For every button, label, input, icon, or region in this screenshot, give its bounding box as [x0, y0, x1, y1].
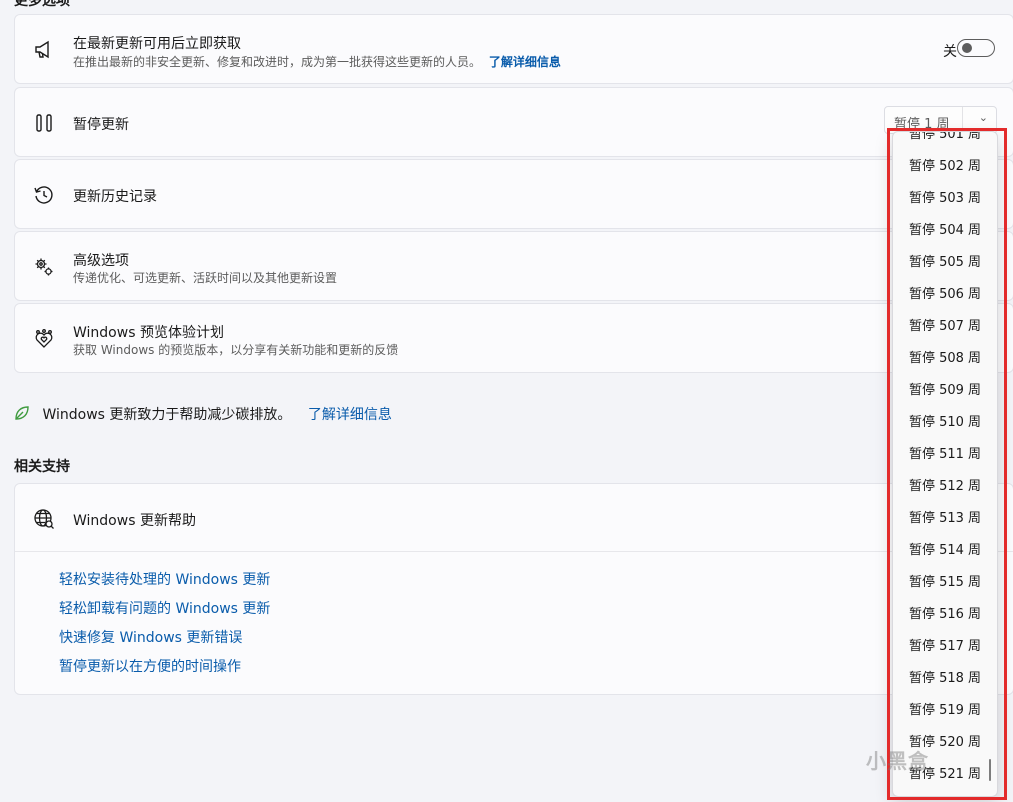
advanced-options-title: 高级选项 — [73, 253, 129, 269]
megaphone-icon — [33, 39, 55, 61]
dropdown-item[interactable]: 暂停 504 周 — [893, 215, 997, 247]
globe-search-icon — [33, 508, 55, 530]
dropdown-item[interactable]: 暂停 512 周 — [893, 471, 997, 503]
leaf-icon — [14, 405, 30, 421]
help-card-divider — [15, 551, 1013, 552]
latest-updates-desc-text: 在推出最新的非安全更新、修复和改进时，成为第一批获得这些更新的人员。 — [73, 55, 482, 69]
dropdown-item[interactable]: 暂停 506 周 — [893, 279, 997, 311]
learn-more-link[interactable]: 了解详细信息 — [489, 55, 561, 69]
dropdown-item[interactable]: 暂停 511 周 — [893, 439, 997, 471]
latest-updates-title: 在最新更新可用后立即获取 — [73, 36, 241, 52]
dropdown-item[interactable]: 暂停 508 周 — [893, 343, 997, 375]
carbon-reduction-note: Windows 更新致力于帮助减少碳排放。 了解详细信息 — [14, 404, 392, 424]
latest-updates-card[interactable]: 在最新更新可用后立即获取 在推出最新的非安全更新、修复和改进时，成为第一批获得这… — [14, 14, 1013, 84]
dropdown-item[interactable]: 暂停 519 周 — [893, 695, 997, 727]
pause-duration-select[interactable]: 暂停 1 周 ⌄ — [884, 106, 997, 134]
latest-updates-desc: 在推出最新的非安全更新、修复和改进时，成为第一批获得这些更新的人员。 了解详细信… — [73, 53, 561, 70]
insider-program-desc: 获取 Windows 的预览版本，以分享有关新功能和更新的反馈 — [73, 343, 399, 357]
advanced-options-card[interactable]: 高级选项 传递优化、可选更新、活跃时间以及其他更新设置 — [14, 231, 1013, 301]
update-history-title: 更新历史记录 — [73, 189, 157, 205]
update-history-card[interactable]: 更新历史记录 — [14, 159, 1013, 229]
dropdown-item[interactable]: 暂停 509 周 — [893, 375, 997, 407]
help-link-uninstall-problem[interactable]: 轻松卸载有问题的 Windows 更新 — [59, 595, 270, 624]
carbon-text: Windows 更新致力于帮助减少碳排放。 — [42, 407, 292, 423]
toggle-knob — [962, 43, 972, 53]
gears-icon — [33, 256, 55, 278]
dropdown-item-list: 暂停 501 周 暂停 502 周 暂停 503 周 暂停 504 周 暂停 5… — [893, 132, 997, 791]
dropdown-item[interactable]: 暂停 516 周 — [893, 599, 997, 631]
insider-program-card[interactable]: Windows 预览体验计划 获取 Windows 的预览版本，以分享有关新功能… — [14, 303, 1013, 373]
dropdown-item[interactable]: 暂停 518 周 — [893, 663, 997, 695]
pause-updates-title: 暂停更新 — [73, 117, 129, 133]
watermark-logo: 小黑盒 — [866, 749, 929, 773]
chevron-down-icon[interactable]: ⌄ — [979, 111, 988, 124]
dropdown-item[interactable]: 暂停 505 周 — [893, 247, 997, 279]
update-help-title: Windows 更新帮助 — [73, 513, 196, 529]
help-link-pause-updates[interactable]: 暂停更新以在方便的时间操作 — [59, 653, 270, 682]
dropdown-item[interactable]: 暂停 514 周 — [893, 535, 997, 567]
more-options-heading: 更多选项 — [14, 0, 70, 9]
insider-hearts-icon — [33, 328, 55, 350]
dropdown-scrollbar[interactable] — [989, 759, 991, 781]
dropdown-item[interactable]: 暂停 513 周 — [893, 503, 997, 535]
help-link-fix-errors[interactable]: 快速修复 Windows 更新错误 — [59, 624, 270, 653]
insider-program-title: Windows 预览体验计划 — [73, 325, 224, 341]
toggle-state-label: 关 — [943, 44, 957, 60]
related-support-heading: 相关支持 — [14, 459, 70, 475]
dropdown-item[interactable]: 暂停 503 周 — [893, 183, 997, 215]
dropdown-item[interactable]: 暂停 510 周 — [893, 407, 997, 439]
help-links-list: 轻松安装待处理的 Windows 更新 轻松卸载有问题的 Windows 更新 … — [59, 566, 270, 682]
select-divider — [962, 107, 963, 133]
latest-updates-toggle[interactable] — [957, 39, 995, 57]
advanced-options-desc: 传递优化、可选更新、活跃时间以及其他更新设置 — [73, 271, 338, 285]
help-link-install-pending[interactable]: 轻松安装待处理的 Windows 更新 — [59, 566, 270, 595]
dropdown-item[interactable]: 暂停 517 周 — [893, 631, 997, 663]
pause-duration-dropdown[interactable]: 暂停 501 周 暂停 502 周 暂停 503 周 暂停 504 周 暂停 5… — [892, 131, 998, 797]
pause-updates-card: 暂停更新 暂停 1 周 ⌄ — [14, 87, 1013, 157]
history-icon — [33, 184, 55, 206]
pause-duration-value: 暂停 1 周 — [894, 117, 950, 132]
dropdown-item[interactable]: 暂停 507 周 — [893, 311, 997, 343]
dropdown-item[interactable]: 暂停 515 周 — [893, 567, 997, 599]
dropdown-item[interactable]: 暂停 502 周 — [893, 151, 997, 183]
pause-icon — [33, 112, 55, 134]
dropdown-item[interactable]: 暂停 501 周 — [893, 132, 997, 151]
carbon-learn-more-link[interactable]: 了解详细信息 — [308, 407, 392, 423]
